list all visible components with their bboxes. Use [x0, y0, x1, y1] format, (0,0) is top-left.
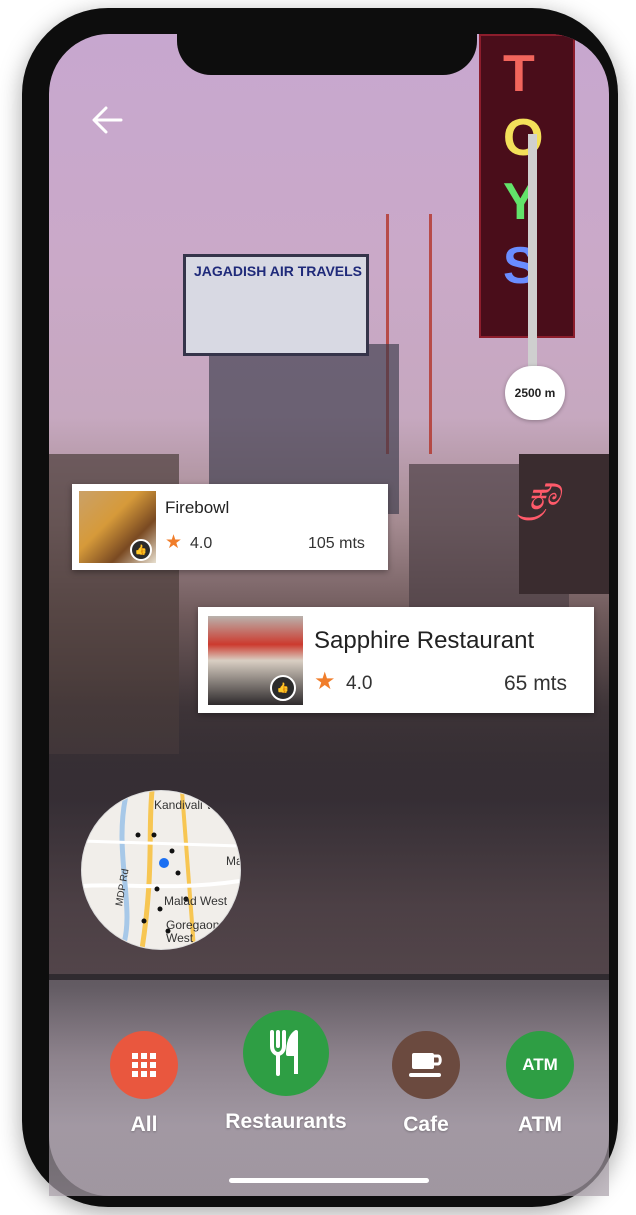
map-label: Goregaon West: [166, 918, 220, 945]
atm-icon-text: ATM: [522, 1055, 558, 1074]
place-rating: 4.0: [346, 673, 373, 694]
coffee-cup-icon: [392, 1031, 460, 1099]
neon-sign-right: ಕ್ರೌ: [519, 454, 609, 594]
star-icon: ★: [165, 532, 183, 553]
place-card-firebowl[interactable]: 👍 Firebowl ★ 4.0 105 mts: [72, 484, 388, 570]
billboard: JAGADISH AIR TRAVELS: [183, 254, 369, 356]
thumbs-up-icon: 👍: [130, 539, 152, 561]
category-atm[interactable]: ATM ATM: [496, 1031, 584, 1137]
category-cafe[interactable]: Cafe: [382, 1031, 470, 1137]
sign-letter: T: [503, 45, 535, 103]
fork-knife-icon: [243, 1010, 329, 1096]
place-name: Firebowl: [165, 498, 230, 517]
category-label: All: [130, 1113, 158, 1136]
sign-letter: O: [503, 109, 544, 167]
atm-icon: ATM: [506, 1031, 574, 1099]
map-label: Mal: [226, 854, 240, 868]
category-label: Cafe: [403, 1113, 449, 1136]
map-label: Malad West: [164, 894, 228, 908]
place-distance: 65 mts: [504, 672, 568, 695]
thumbs-up-icon: 👍: [270, 675, 296, 701]
notch: [177, 33, 477, 75]
place-distance: 105 mts: [308, 535, 365, 552]
neon-glyph: ಕ್ರೌ: [527, 474, 562, 518]
category-label: ATM: [518, 1113, 562, 1136]
place-name: Sapphire Restaurant: [314, 627, 535, 654]
distance-pin: [528, 134, 537, 380]
distance-badge[interactable]: 2500 m: [505, 366, 565, 420]
place-card-sapphire[interactable]: 👍 Sapphire Restaurant ★ 4.0 65 mts: [198, 607, 594, 713]
category-all[interactable]: All: [100, 1031, 188, 1137]
billboard-text: JAGADISH AIR TRAVELS: [194, 263, 363, 279]
home-indicator[interactable]: [229, 1178, 429, 1183]
category-label: Restaurants: [225, 1110, 347, 1133]
star-icon: ★: [314, 668, 336, 695]
category-restaurants[interactable]: Restaurants: [206, 1010, 366, 1134]
map-label: Kandivali West: [154, 798, 234, 812]
neon-sign: T O Y S: [479, 34, 575, 338]
back-arrow-icon[interactable]: [90, 104, 124, 136]
mini-map[interactable]: Kandivali West Mal Malad West Goregaon W…: [81, 790, 241, 950]
grid-icon: [110, 1031, 178, 1099]
place-rating: 4.0: [190, 535, 213, 552]
